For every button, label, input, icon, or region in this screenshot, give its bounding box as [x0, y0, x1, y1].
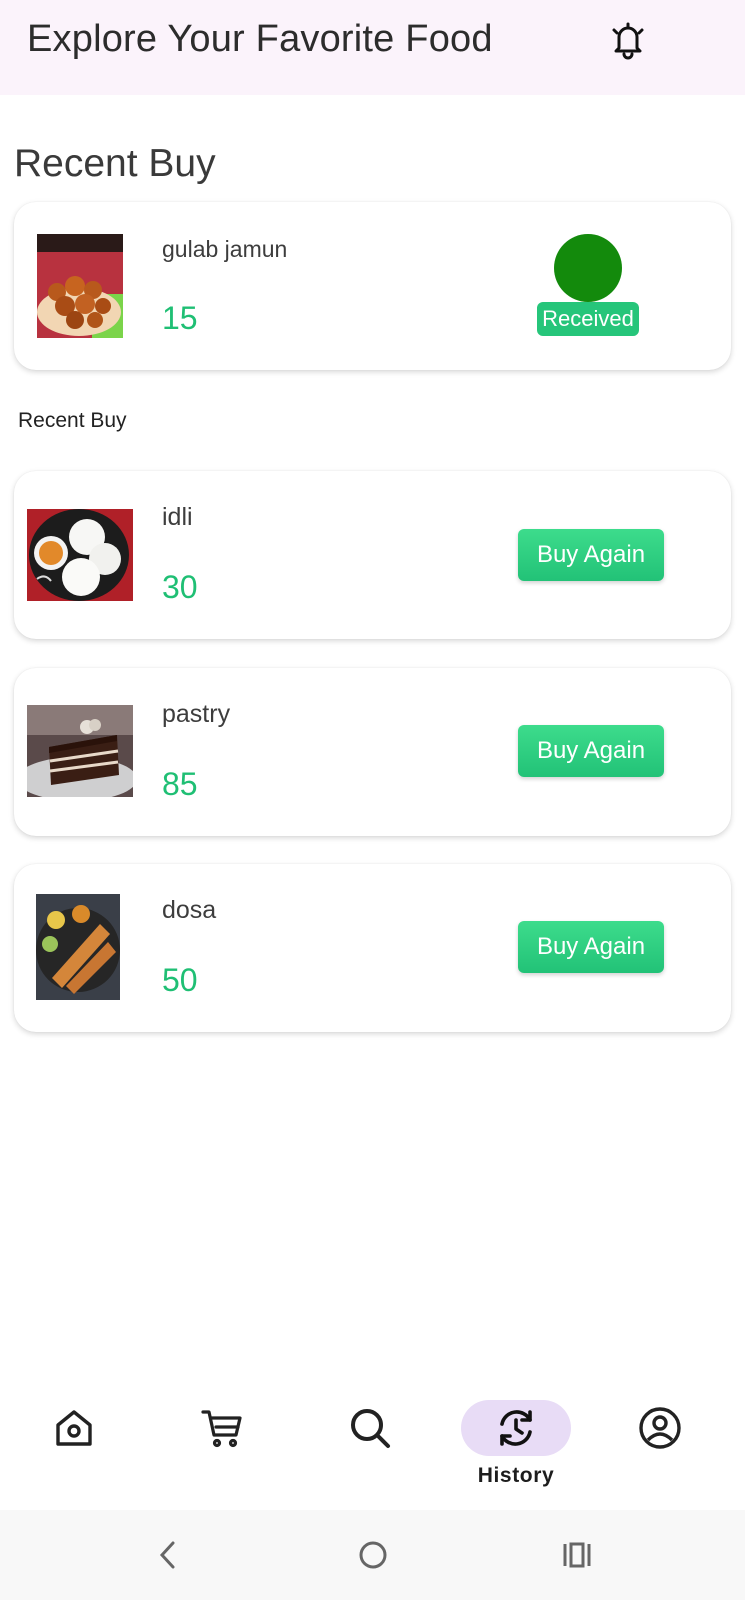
gulab-jamun-image — [37, 234, 123, 338]
nav-history-label: History — [477, 1464, 555, 1487]
cart-icon — [201, 1410, 242, 1448]
home-icon — [56, 1410, 92, 1446]
home-circle-icon[interactable] — [348, 1532, 398, 1578]
list-item[interactable]: dosa 50 Buy Again — [14, 864, 731, 1032]
item-price: 30 — [162, 569, 198, 605]
recent-order-card[interactable]: gulab jamun 15 Received — [14, 202, 731, 370]
nav-search[interactable] — [310, 1380, 430, 1500]
buy-again-button[interactable]: Buy Again — [518, 725, 664, 777]
item-name: gulab jamun — [162, 236, 288, 262]
profile-icon — [639, 1407, 681, 1449]
item-name: pastry — [162, 700, 231, 728]
item-name: dosa — [162, 896, 217, 924]
section-title: Recent Buy — [14, 142, 216, 185]
nav-profile[interactable] — [600, 1380, 720, 1500]
item-price: 85 — [162, 766, 198, 802]
page-title: Explore Your Favorite Food — [27, 18, 493, 60]
system-navigation-bar — [0, 1510, 745, 1600]
pastry-image — [27, 705, 133, 797]
section-subtitle: Recent Buy — [18, 409, 127, 432]
buy-again-button[interactable]: Buy Again — [518, 921, 664, 973]
bottom-navigation: History — [0, 1380, 745, 1500]
dosa-image — [36, 894, 120, 1000]
nav-home[interactable] — [14, 1380, 134, 1500]
status-badge: Received — [537, 302, 639, 336]
nav-cart[interactable] — [162, 1380, 282, 1500]
item-name: idli — [162, 503, 193, 531]
top-app-bar: Explore Your Favorite Food — [0, 0, 745, 95]
recents-icon[interactable] — [552, 1532, 602, 1578]
app-screen: Explore Your Favorite Food Recent Buy gu… — [0, 0, 745, 1600]
search-icon — [351, 1409, 390, 1448]
history-icon — [500, 1410, 532, 1446]
item-price: 50 — [162, 962, 198, 998]
list-item[interactable]: pastry 85 Buy Again — [14, 668, 731, 836]
buy-again-button[interactable]: Buy Again — [518, 529, 664, 581]
list-item[interactable]: idli 30 Buy Again — [14, 471, 731, 639]
nav-history[interactable]: History — [456, 1380, 576, 1500]
item-price: 15 — [162, 300, 198, 336]
idli-image — [27, 509, 133, 601]
bell-icon[interactable] — [606, 18, 650, 62]
status-indicator-dot — [554, 234, 622, 302]
back-icon[interactable] — [143, 1532, 193, 1578]
